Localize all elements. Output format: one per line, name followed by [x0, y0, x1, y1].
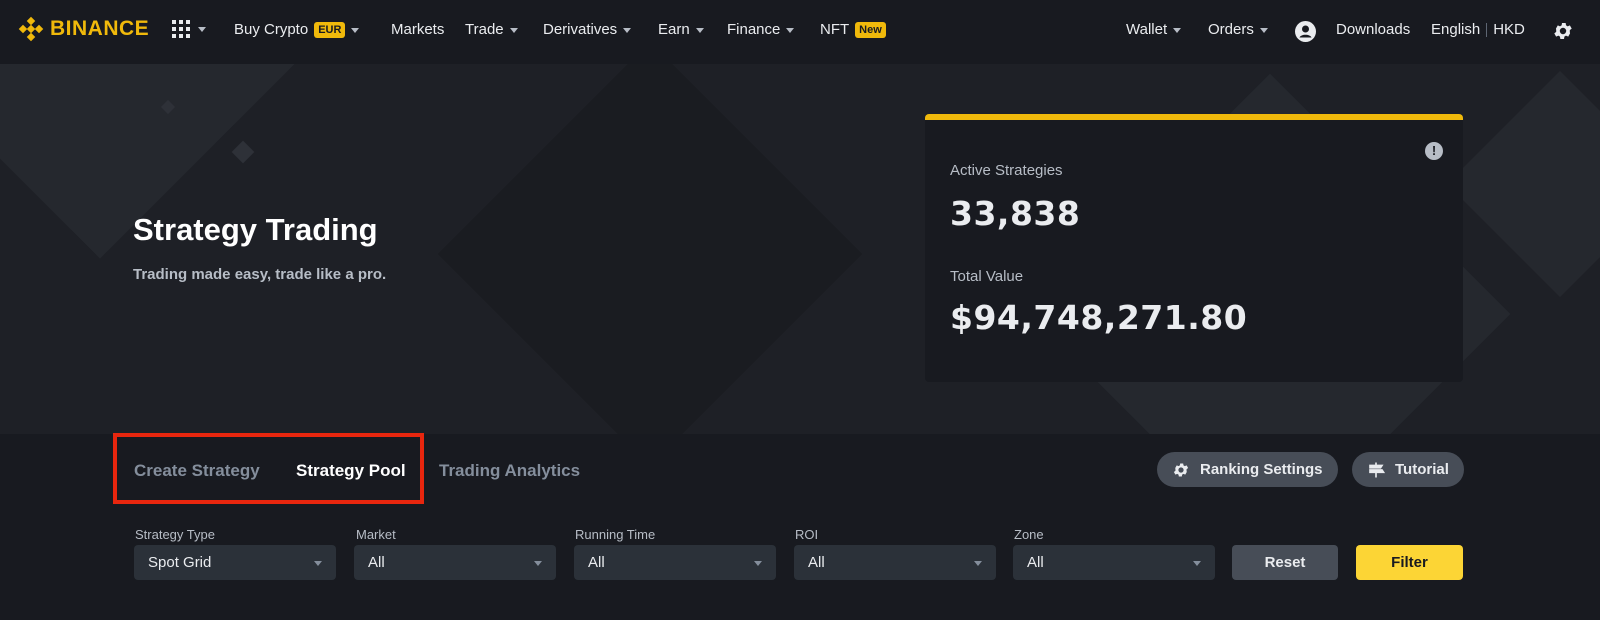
roi-value: All — [808, 554, 825, 571]
filter-roi-label: ROI — [795, 527, 819, 542]
nav-wallet-label: Wallet — [1126, 21, 1168, 38]
filter-zone-label: Zone — [1014, 527, 1044, 542]
nav-buy-crypto-label: Buy Crypto — [234, 21, 309, 38]
running-time-value: All — [588, 554, 605, 571]
reset-button[interactable]: Reset — [1232, 545, 1338, 580]
active-strategies-value: 33,838 — [950, 194, 1081, 233]
top-navigation-bar: BINANCE Buy Crypto EUR Markets Trade Der… — [0, 0, 1600, 64]
nav-currency-label: HKD — [1493, 21, 1525, 38]
market-select[interactable]: All — [354, 545, 556, 580]
nav-earn[interactable]: Earn — [658, 21, 704, 38]
nav-orders[interactable]: Orders — [1208, 21, 1268, 38]
nav-buy-crypto[interactable]: Buy Crypto EUR — [234, 21, 360, 38]
tutorial-icon — [1369, 462, 1385, 477]
nav-nft[interactable]: NFT New — [820, 21, 886, 38]
user-avatar-icon — [1295, 21, 1316, 42]
background-shape — [231, 140, 255, 164]
chevron-down-icon — [623, 27, 632, 33]
tutorial-label: Tutorial — [1395, 461, 1449, 478]
page-title: Strategy Trading — [133, 212, 378, 247]
ranking-settings-button[interactable]: Ranking Settings — [1157, 452, 1338, 487]
apps-menu[interactable] — [172, 20, 206, 38]
nav-downloads[interactable]: Downloads — [1336, 21, 1410, 38]
chevron-down-icon — [1173, 27, 1182, 33]
background-shape — [1446, 70, 1600, 298]
settings-button[interactable] — [1552, 20, 1574, 42]
background-shape — [437, 64, 863, 434]
nav-orders-label: Orders — [1208, 21, 1254, 38]
apps-grid-icon — [172, 20, 190, 38]
brand-name: BINANCE — [50, 17, 150, 40]
chevron-down-icon — [695, 27, 704, 33]
new-badge: New — [855, 21, 886, 38]
strategy-section: Create Strategy Strategy Pool Trading An… — [0, 433, 1600, 620]
tab-strategy-pool[interactable]: Strategy Pool — [296, 461, 406, 481]
nav-trade[interactable]: Trade — [465, 21, 518, 38]
active-strategies-label: Active Strategies — [950, 162, 1063, 179]
tab-trading-analytics[interactable]: Trading Analytics — [439, 461, 580, 481]
chevron-down-icon — [1193, 560, 1201, 566]
nav-wallet[interactable]: Wallet — [1126, 21, 1182, 38]
user-avatar[interactable] — [1295, 21, 1316, 42]
currency-badge: EUR — [314, 21, 346, 38]
nav-markets-label: Markets — [391, 21, 445, 38]
chevron-down-icon — [198, 27, 206, 32]
binance-logo-icon — [18, 16, 44, 42]
nav-language-label: English — [1431, 21, 1481, 38]
nav-trade-label: Trade — [465, 21, 504, 38]
filter-running-time-label: Running Time — [575, 527, 656, 542]
chevron-down-icon — [786, 27, 795, 33]
total-value-amount: $94,748,271.80 — [950, 298, 1248, 337]
chevron-down-icon — [534, 560, 542, 566]
chevron-down-icon — [974, 560, 982, 566]
chevron-down-icon — [351, 27, 360, 33]
tutorial-button[interactable]: Tutorial — [1352, 452, 1464, 487]
gear-icon — [1173, 462, 1189, 477]
stats-card: ! Active Strategies 33,838 Total Value $… — [925, 114, 1463, 382]
nav-divider — [1486, 22, 1488, 37]
roi-select[interactable]: All — [794, 545, 996, 580]
ranking-settings-label: Ranking Settings — [1200, 461, 1323, 478]
zone-select[interactable]: All — [1013, 545, 1215, 580]
chevron-down-icon — [509, 27, 518, 33]
nav-finance[interactable]: Finance — [727, 21, 795, 38]
hero-banner: Strategy Trading Trading made easy, trad… — [0, 64, 1600, 434]
strategy-type-value: Spot Grid — [148, 554, 212, 571]
nav-earn-label: Earn — [658, 21, 690, 38]
info-icon[interactable]: ! — [1425, 142, 1443, 160]
tab-create-strategy[interactable]: Create Strategy — [134, 461, 260, 481]
nav-markets[interactable]: Markets — [391, 21, 444, 38]
page-subtitle: Trading made easy, trade like a pro. — [133, 266, 387, 283]
nav-finance-label: Finance — [727, 21, 781, 38]
chevron-down-icon — [754, 560, 762, 566]
market-value: All — [368, 554, 385, 571]
filter-button[interactable]: Filter — [1356, 545, 1463, 580]
filter-strategy-type-label: Strategy Type — [135, 527, 215, 542]
binance-logo[interactable]: BINANCE — [18, 16, 149, 42]
running-time-select[interactable]: All — [574, 545, 776, 580]
nav-derivatives-label: Derivatives — [543, 21, 618, 38]
chevron-down-icon — [314, 560, 322, 566]
nav-language[interactable]: English HKD — [1431, 21, 1525, 38]
strategy-type-select[interactable]: Spot Grid — [134, 545, 336, 580]
filter-market-label: Market — [356, 527, 396, 542]
chevron-down-icon — [1259, 27, 1268, 33]
zone-value: All — [1027, 554, 1044, 571]
total-value-label: Total Value — [950, 268, 1024, 285]
nav-downloads-label: Downloads — [1336, 21, 1411, 38]
nav-nft-label: NFT — [820, 21, 850, 38]
nav-derivatives[interactable]: Derivatives — [543, 21, 632, 38]
settings-gear-icon — [1554, 23, 1572, 39]
